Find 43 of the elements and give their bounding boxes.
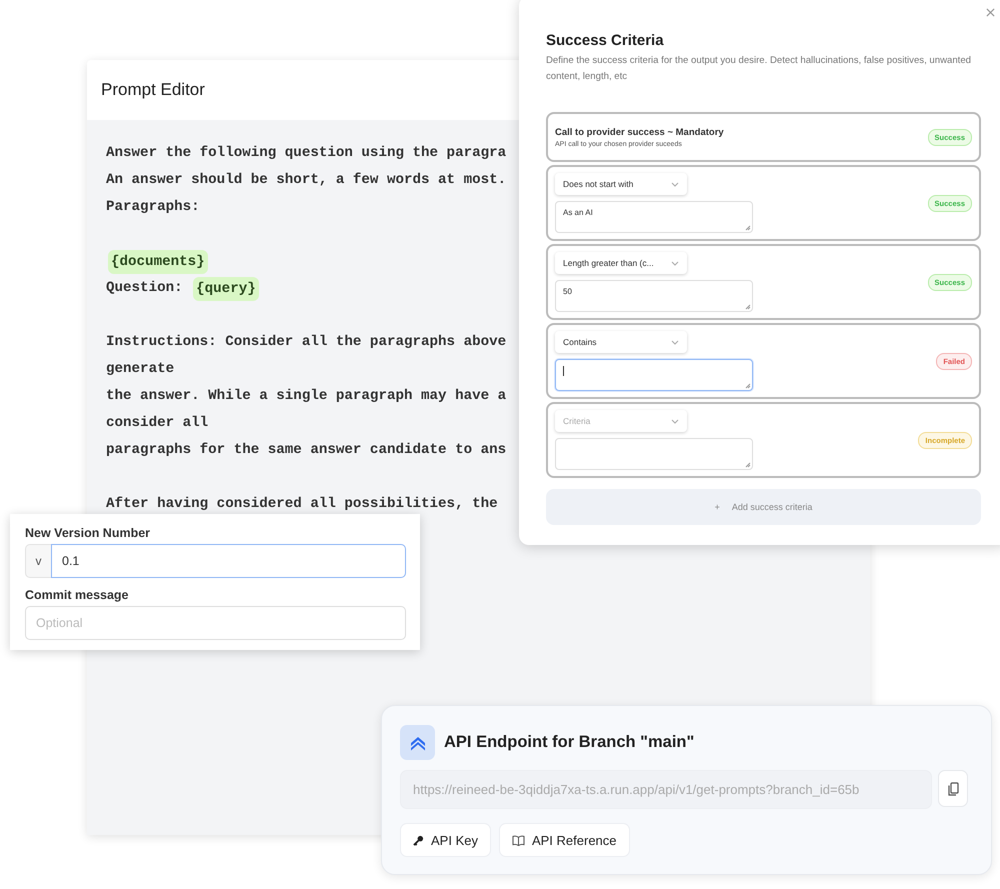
copy-icon xyxy=(948,782,958,796)
prompt-text: the answer. While a single paragraph may have a xyxy=(106,387,506,406)
version-input[interactable]: 0.1 xyxy=(51,544,406,578)
version-prefix: v xyxy=(25,544,51,578)
criteria-dropdown[interactable]: Length greater than (c... xyxy=(555,252,687,274)
close-icon[interactable] xyxy=(986,8,995,17)
resize-handle-icon xyxy=(745,462,751,468)
dialog-title: Success Criteria xyxy=(546,32,665,49)
criteria-title: Call to provider success ~ Mandatory xyxy=(555,126,724,138)
api-link-button[interactable]: API Key xyxy=(400,823,491,857)
field-label: Commit message xyxy=(25,588,130,602)
card-title: API Endpoint for Branch "main" xyxy=(444,733,694,752)
prompt-text: generate xyxy=(106,360,174,379)
chevron-down-icon xyxy=(671,182,679,186)
book-icon xyxy=(512,834,525,846)
chevron-down-icon xyxy=(671,340,679,344)
criteria-value-field[interactable]: As an AI xyxy=(555,201,753,233)
criteria-value-field[interactable] xyxy=(555,359,753,391)
criteria-value-field[interactable] xyxy=(555,438,753,470)
api-link-button[interactable]: API Reference xyxy=(498,823,630,857)
prompt-text: consider all xyxy=(106,414,208,433)
resize-handle-icon xyxy=(745,304,751,310)
criteria-dropdown[interactable]: Does not start with xyxy=(555,173,687,195)
chevron-down-icon xyxy=(671,260,679,266)
prompt-text: Answer the following question using the paragra xyxy=(106,144,506,163)
criteria-value-field[interactable]: 50 xyxy=(555,280,753,312)
variable-tag: {query} xyxy=(193,276,259,300)
key-icon xyxy=(413,834,424,846)
prompt-text: Instructions: Consider all the paragraphs above xyxy=(106,333,506,352)
chevron-down-icon xyxy=(671,418,679,424)
variable-tag: {documents} xyxy=(108,250,208,274)
commit-message-input[interactable]: Optional xyxy=(25,606,406,640)
prompt-text: An answer should be short, a few words at most. xyxy=(106,171,506,190)
prompt-text: After having considered all possibilities, the xyxy=(106,495,498,514)
criteria-dropdown[interactable]: Contains xyxy=(555,331,687,353)
prompt-text: paragraphs for the same answer candidate to ans xyxy=(106,441,506,460)
logo-icon xyxy=(400,725,435,760)
prompt-text: Question: xyxy=(106,279,184,298)
resize-handle-icon xyxy=(745,383,751,389)
prompt-text: Paragraphs: xyxy=(106,198,200,217)
copy-button[interactable] xyxy=(938,770,968,807)
field-label: New Version Number xyxy=(25,526,152,540)
resize-handle-icon xyxy=(745,225,751,231)
